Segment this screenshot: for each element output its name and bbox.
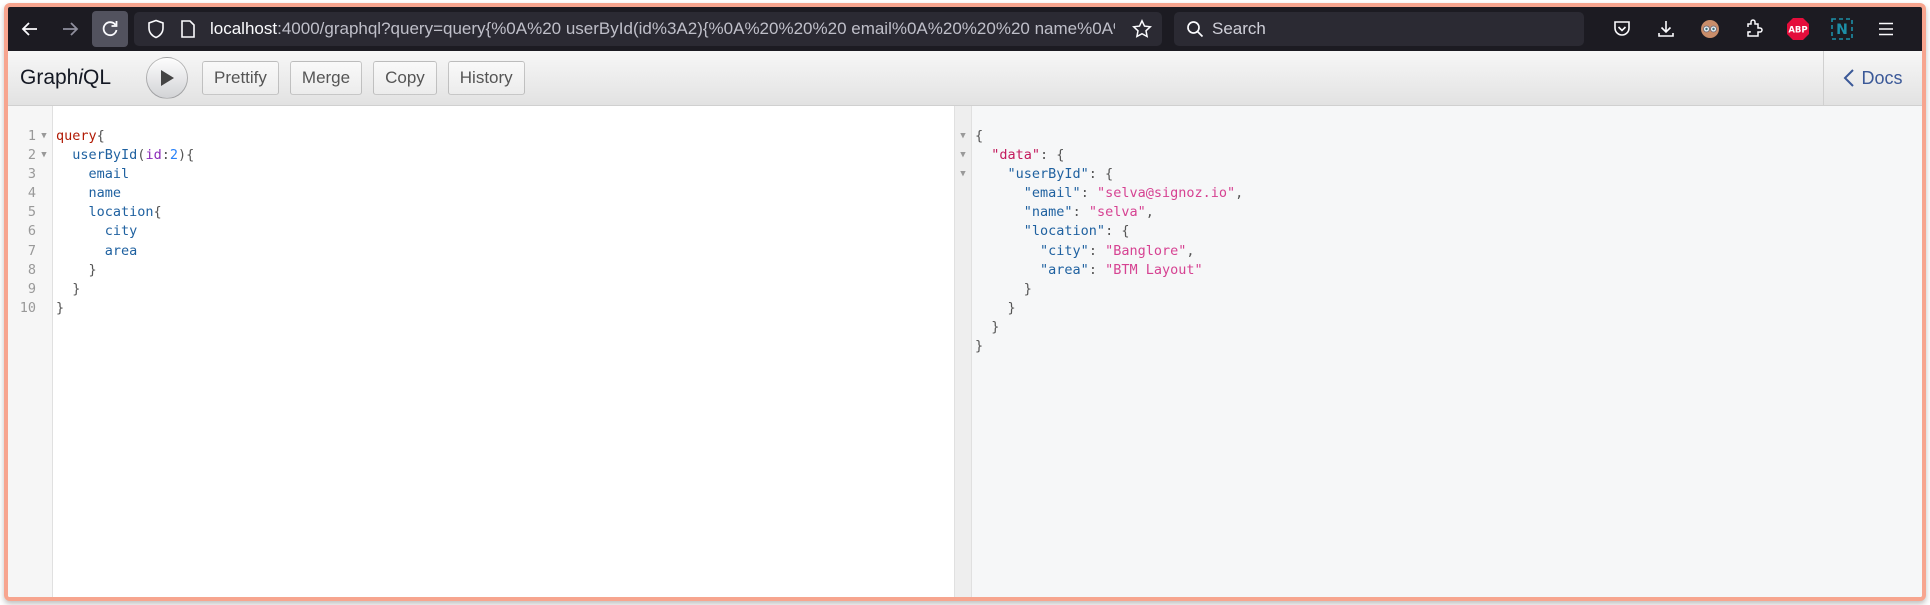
svg-text:ABP: ABP bbox=[1788, 26, 1807, 36]
extensions-icon[interactable] bbox=[1732, 19, 1776, 39]
result-line: ▼ "userById": { bbox=[955, 165, 1243, 184]
result-line: "city": "Banglore", bbox=[1040, 242, 1195, 259]
graphiql-topbar: GraphiQL Prettify Merge Copy History Doc… bbox=[8, 51, 1922, 106]
history-button[interactable]: History bbox=[447, 61, 525, 95]
play-icon bbox=[161, 70, 174, 86]
code-line: 2 ▼ userById(id:2){ bbox=[8, 146, 954, 165]
search-placeholder: Search bbox=[1212, 19, 1266, 38]
fold-arrow-icon[interactable]: ▼ bbox=[36, 146, 52, 165]
browser-toolbar: localhost:4000/graphql?query=query{%0A%2… bbox=[8, 7, 1922, 51]
result-line: } bbox=[975, 299, 1016, 316]
shield-icon[interactable] bbox=[142, 19, 170, 39]
code-line: 6 city bbox=[27, 223, 138, 240]
code-line: 8 } bbox=[27, 261, 97, 278]
back-button[interactable] bbox=[12, 11, 48, 47]
fold-arrow-icon[interactable]: ▼ bbox=[955, 146, 971, 165]
result-line: "email": "selva@signoz.io", bbox=[1023, 185, 1244, 202]
page-icon[interactable] bbox=[174, 19, 202, 39]
screenshot-frame: localhost:4000/graphql?query=query{%0A%2… bbox=[4, 3, 1926, 601]
downloads-icon[interactable] bbox=[1644, 19, 1688, 39]
reload-icon bbox=[102, 21, 118, 37]
result-line: } bbox=[975, 280, 1032, 297]
query-editor[interactable]: 1 ▼ query{ 2 ▼ userById(id:2){ 3 email 4 na… bbox=[8, 106, 955, 597]
query-code[interactable]: 1 ▼ query{ 2 ▼ userById(id:2){ 3 email 4 na… bbox=[8, 127, 954, 318]
chevron-left-icon bbox=[1844, 69, 1855, 87]
forward-button[interactable] bbox=[52, 11, 88, 47]
result-viewer[interactable]: ▼{ ▼ "data": { ▼ "userById": { "email": … bbox=[955, 106, 1922, 597]
result-line: ▼ "data": { bbox=[955, 146, 1243, 165]
merge-button[interactable]: Merge bbox=[289, 61, 363, 95]
menu-icon[interactable] bbox=[1864, 19, 1908, 39]
fold-arrow-icon[interactable]: ▼ bbox=[955, 165, 971, 184]
graphiql-title: GraphiQL bbox=[20, 66, 112, 89]
code-line: 9 } bbox=[27, 280, 81, 297]
result-line: } bbox=[975, 338, 984, 355]
code-line: 7 area bbox=[27, 242, 138, 259]
fold-arrow-icon[interactable]: ▼ bbox=[955, 127, 971, 146]
docs-button[interactable]: Docs bbox=[1823, 51, 1922, 105]
result-code[interactable]: ▼{ ▼ "data": { ▼ "userById": { "email": … bbox=[955, 127, 1243, 356]
docs-label: Docs bbox=[1861, 67, 1903, 88]
result-line: "area": "BTM Layout" bbox=[1040, 261, 1203, 278]
url-bar[interactable]: localhost:4000/graphql?query=query{%0A%2… bbox=[134, 12, 1162, 46]
result-line: "location": { bbox=[1023, 223, 1130, 240]
code-line: 1 ▼ query{ bbox=[8, 127, 954, 146]
search-box[interactable]: Search bbox=[1174, 12, 1584, 46]
result-line: "name": "selva", bbox=[1023, 204, 1154, 221]
arrow-left-icon bbox=[21, 22, 37, 36]
extension-icons: ABP N bbox=[1600, 17, 1908, 41]
svg-text:N: N bbox=[1836, 22, 1848, 38]
result-line: } bbox=[975, 318, 1000, 335]
url-text[interactable]: localhost:4000/graphql?query=query{%0A%2… bbox=[210, 19, 1115, 39]
pocket-icon[interactable] bbox=[1600, 19, 1644, 39]
editor-area: 1 ▼ query{ 2 ▼ userById(id:2){ 3 email 4 na… bbox=[8, 106, 1922, 597]
code-line: 4 name bbox=[27, 185, 122, 202]
avatar-extension-icon[interactable] bbox=[1688, 18, 1732, 40]
bookmark-star-icon[interactable] bbox=[1132, 19, 1152, 43]
code-line: 5 location{ bbox=[27, 204, 162, 221]
code-line: 3 email bbox=[27, 166, 130, 183]
prettify-button[interactable]: Prettify bbox=[202, 61, 279, 95]
search-icon bbox=[1186, 20, 1204, 38]
code-line: 10} bbox=[19, 299, 65, 316]
reload-button[interactable] bbox=[92, 11, 128, 47]
copy-button[interactable]: Copy bbox=[373, 61, 437, 95]
adblock-plus-icon[interactable]: ABP bbox=[1776, 17, 1820, 41]
result-line: ▼{ bbox=[955, 127, 1243, 146]
execute-query-button[interactable] bbox=[146, 57, 188, 99]
arrow-right-icon bbox=[63, 22, 79, 36]
fold-arrow-icon[interactable]: ▼ bbox=[36, 127, 52, 146]
n-extension-icon[interactable]: N bbox=[1820, 17, 1864, 41]
